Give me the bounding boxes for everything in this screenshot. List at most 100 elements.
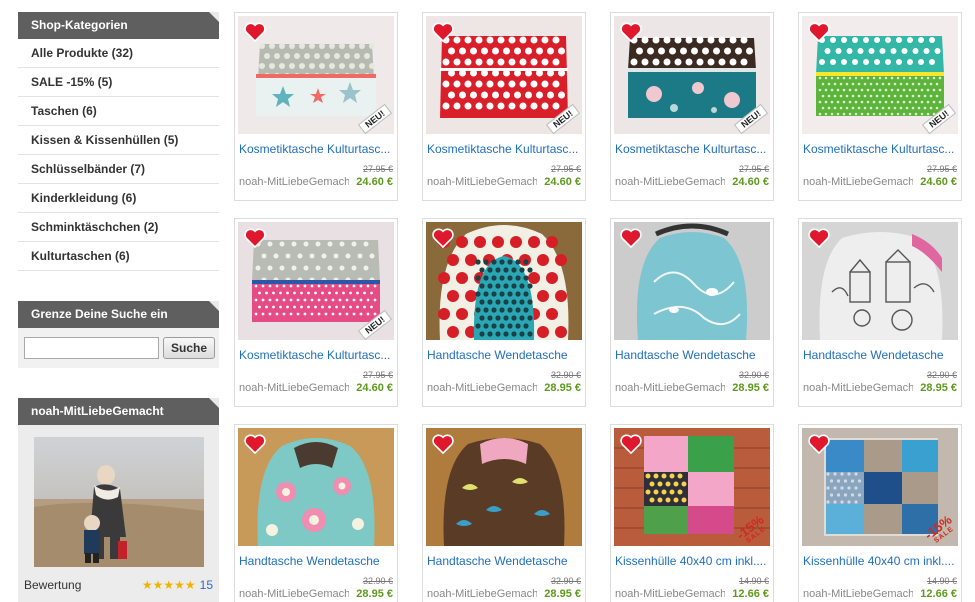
heart-icon[interactable] [244, 228, 266, 248]
old-price: 27.95 € [550, 164, 581, 174]
heart-icon[interactable] [808, 434, 830, 454]
product-card[interactable]: NEU! Kosmetiktasche Kulturtasc... 27.95 € n… [422, 12, 586, 201]
rating-count-link[interactable]: 15 [200, 578, 213, 592]
product-image[interactable] [238, 428, 394, 546]
product-card[interactable]: -15% SALE Kissenhülle 40x40 cm inkl.... 14.… [610, 424, 774, 602]
product-image[interactable] [802, 222, 958, 340]
product-title-link[interactable]: Kosmetiktasche Kulturtasc... [239, 348, 395, 362]
search-input[interactable] [24, 337, 159, 359]
current-price: 28.95 € [732, 382, 769, 394]
old-price: 32.90 € [550, 576, 581, 586]
seller-name[interactable]: noah-MitLiebeGemacht [615, 588, 725, 600]
rating-stars-icon: ★★★★★ [141, 578, 196, 592]
heart-icon[interactable] [808, 22, 830, 42]
seller-name[interactable]: noah-MitLiebeGemacht [239, 588, 349, 600]
shop-header[interactable]: noah-MitLiebeGemacht [18, 398, 219, 425]
old-price: 14.90 € [738, 576, 769, 586]
shop-owner-photo[interactable] [34, 437, 204, 567]
seller-name[interactable]: noah-MitLiebeGemacht [615, 176, 725, 188]
category-item[interactable]: Kinderkleidung (6) [18, 184, 219, 213]
current-price: 28.95 € [544, 382, 581, 394]
rating-label: Bewertung [24, 578, 82, 592]
category-list: Alle Produkte (32) SALE -15% (5) Taschen… [18, 39, 219, 271]
old-price: 27.95 € [926, 164, 957, 174]
heart-icon[interactable] [808, 228, 830, 248]
product-card[interactable]: NEU! Kosmetiktasche Kulturtasc... 27.95 € n… [234, 218, 398, 407]
product-title-link[interactable]: Kissenhülle 40x40 cm inkl.... [803, 554, 959, 568]
heart-icon[interactable] [432, 228, 454, 248]
product-title-link[interactable]: Kosmetiktasche Kulturtasc... [239, 142, 395, 156]
product-card[interactable]: Handtasche Wendetasche 32.90 € noah-MitLie… [422, 218, 586, 407]
category-sidebar: Shop-Kategorien Alle Produkte (32) SALE … [18, 12, 219, 271]
product-title-link[interactable]: Kissenhülle 40x40 cm inkl.... [615, 554, 771, 568]
product-title-link[interactable]: Handtasche Wendetasche [615, 348, 771, 362]
heart-icon[interactable] [244, 434, 266, 454]
current-price: 28.95 € [544, 588, 581, 600]
product-image[interactable] [614, 222, 770, 340]
product-card[interactable]: Handtasche Wendetasche 32.90 € noah-MitLie… [422, 424, 586, 602]
old-price: 27.95 € [362, 164, 393, 174]
category-item[interactable]: Schlüsselbänder (7) [18, 155, 219, 184]
product-image[interactable]: NEU! [802, 16, 958, 134]
seller-name[interactable]: noah-MitLiebeGemacht [427, 382, 537, 394]
old-price: 32.90 € [738, 370, 769, 380]
product-image[interactable]: NEU! [426, 16, 582, 134]
heart-icon[interactable] [432, 22, 454, 42]
old-price: 27.95 € [362, 370, 393, 380]
current-price: 24.60 € [356, 176, 393, 188]
old-price: 14.90 € [926, 576, 957, 586]
product-image[interactable]: -15% SALE [802, 428, 958, 546]
current-price: 28.95 € [920, 382, 957, 394]
product-title-link[interactable]: Handtasche Wendetasche [803, 348, 959, 362]
product-image[interactable]: -15% SALE [614, 428, 770, 546]
category-item[interactable]: Kulturtaschen (6) [18, 242, 219, 271]
product-card[interactable]: NEU! Kosmetiktasche Kulturtasc... 27.95 € n… [610, 12, 774, 201]
heart-icon[interactable] [620, 22, 642, 42]
seller-name[interactable]: noah-MitLiebeGemacht [239, 382, 349, 394]
product-image[interactable]: NEU! [614, 16, 770, 134]
current-price: 24.60 € [732, 176, 769, 188]
heart-icon[interactable] [620, 434, 642, 454]
filter-box: Grenze Deine Suche ein Suche [18, 301, 219, 368]
product-title-link[interactable]: Handtasche Wendetasche [427, 554, 583, 568]
seller-name[interactable]: noah-MitLiebeGemacht [803, 176, 913, 188]
product-image[interactable] [426, 428, 582, 546]
search-button[interactable]: Suche [163, 337, 216, 359]
product-title-link[interactable]: Kosmetiktasche Kulturtasc... [803, 142, 959, 156]
product-image[interactable]: NEU! [238, 16, 394, 134]
product-card[interactable]: NEU! Kosmetiktasche Kulturtasc... 27.95 € n… [798, 12, 962, 201]
product-card[interactable]: Handtasche Wendetasche 32.90 € noah-MitLie… [234, 424, 398, 602]
heart-icon[interactable] [432, 434, 454, 454]
heart-icon[interactable] [620, 228, 642, 248]
seller-name[interactable]: noah-MitLiebeGemacht [239, 176, 349, 188]
category-item[interactable]: Kissen & Kissenhüllen (5) [18, 126, 219, 155]
product-title-link[interactable]: Handtasche Wendetasche [239, 554, 395, 568]
product-card[interactable]: Handtasche Wendetasche 32.90 € noah-MitLie… [610, 218, 774, 407]
current-price: 12.66 € [732, 588, 769, 600]
product-card[interactable]: -15% SALE Kissenhülle 40x40 cm inkl.... 14.… [798, 424, 962, 602]
categories-header: Shop-Kategorien [18, 12, 219, 39]
product-image[interactable]: NEU! [238, 222, 394, 340]
rating-right: ★★★★★ 15 [142, 578, 213, 592]
filter-header: Grenze Deine Suche ein [18, 301, 219, 328]
old-price: 27.95 € [738, 164, 769, 174]
product-card[interactable]: Handtasche Wendetasche 32.90 € noah-MitLie… [798, 218, 962, 407]
seller-name[interactable]: noah-MitLiebeGemacht [427, 588, 537, 600]
seller-name[interactable]: noah-MitLiebeGemacht [803, 588, 913, 600]
category-item[interactable]: Schminktäschchen (2) [18, 213, 219, 242]
category-item[interactable]: Taschen (6) [18, 97, 219, 126]
category-item[interactable]: SALE -15% (5) [18, 68, 219, 97]
old-price: 32.90 € [550, 370, 581, 380]
category-item[interactable]: Alle Produkte (32) [18, 39, 219, 68]
product-title-link[interactable]: Kosmetiktasche Kulturtasc... [615, 142, 771, 156]
product-title-link[interactable]: Kosmetiktasche Kulturtasc... [427, 142, 583, 156]
seller-name[interactable]: noah-MitLiebeGemacht [803, 382, 913, 394]
seller-name[interactable]: noah-MitLiebeGemacht [615, 382, 725, 394]
product-card[interactable]: NEU! Kosmetiktasche Kulturtasc... 27.95 € n… [234, 12, 398, 201]
product-title-link[interactable]: Handtasche Wendetasche [427, 348, 583, 362]
heart-icon[interactable] [244, 22, 266, 42]
product-image[interactable] [426, 222, 582, 340]
shop-rating-row: Bewertung ★★★★★ 15 [24, 575, 213, 595]
current-price: 12.66 € [920, 588, 957, 600]
seller-name[interactable]: noah-MitLiebeGemacht [427, 176, 537, 188]
